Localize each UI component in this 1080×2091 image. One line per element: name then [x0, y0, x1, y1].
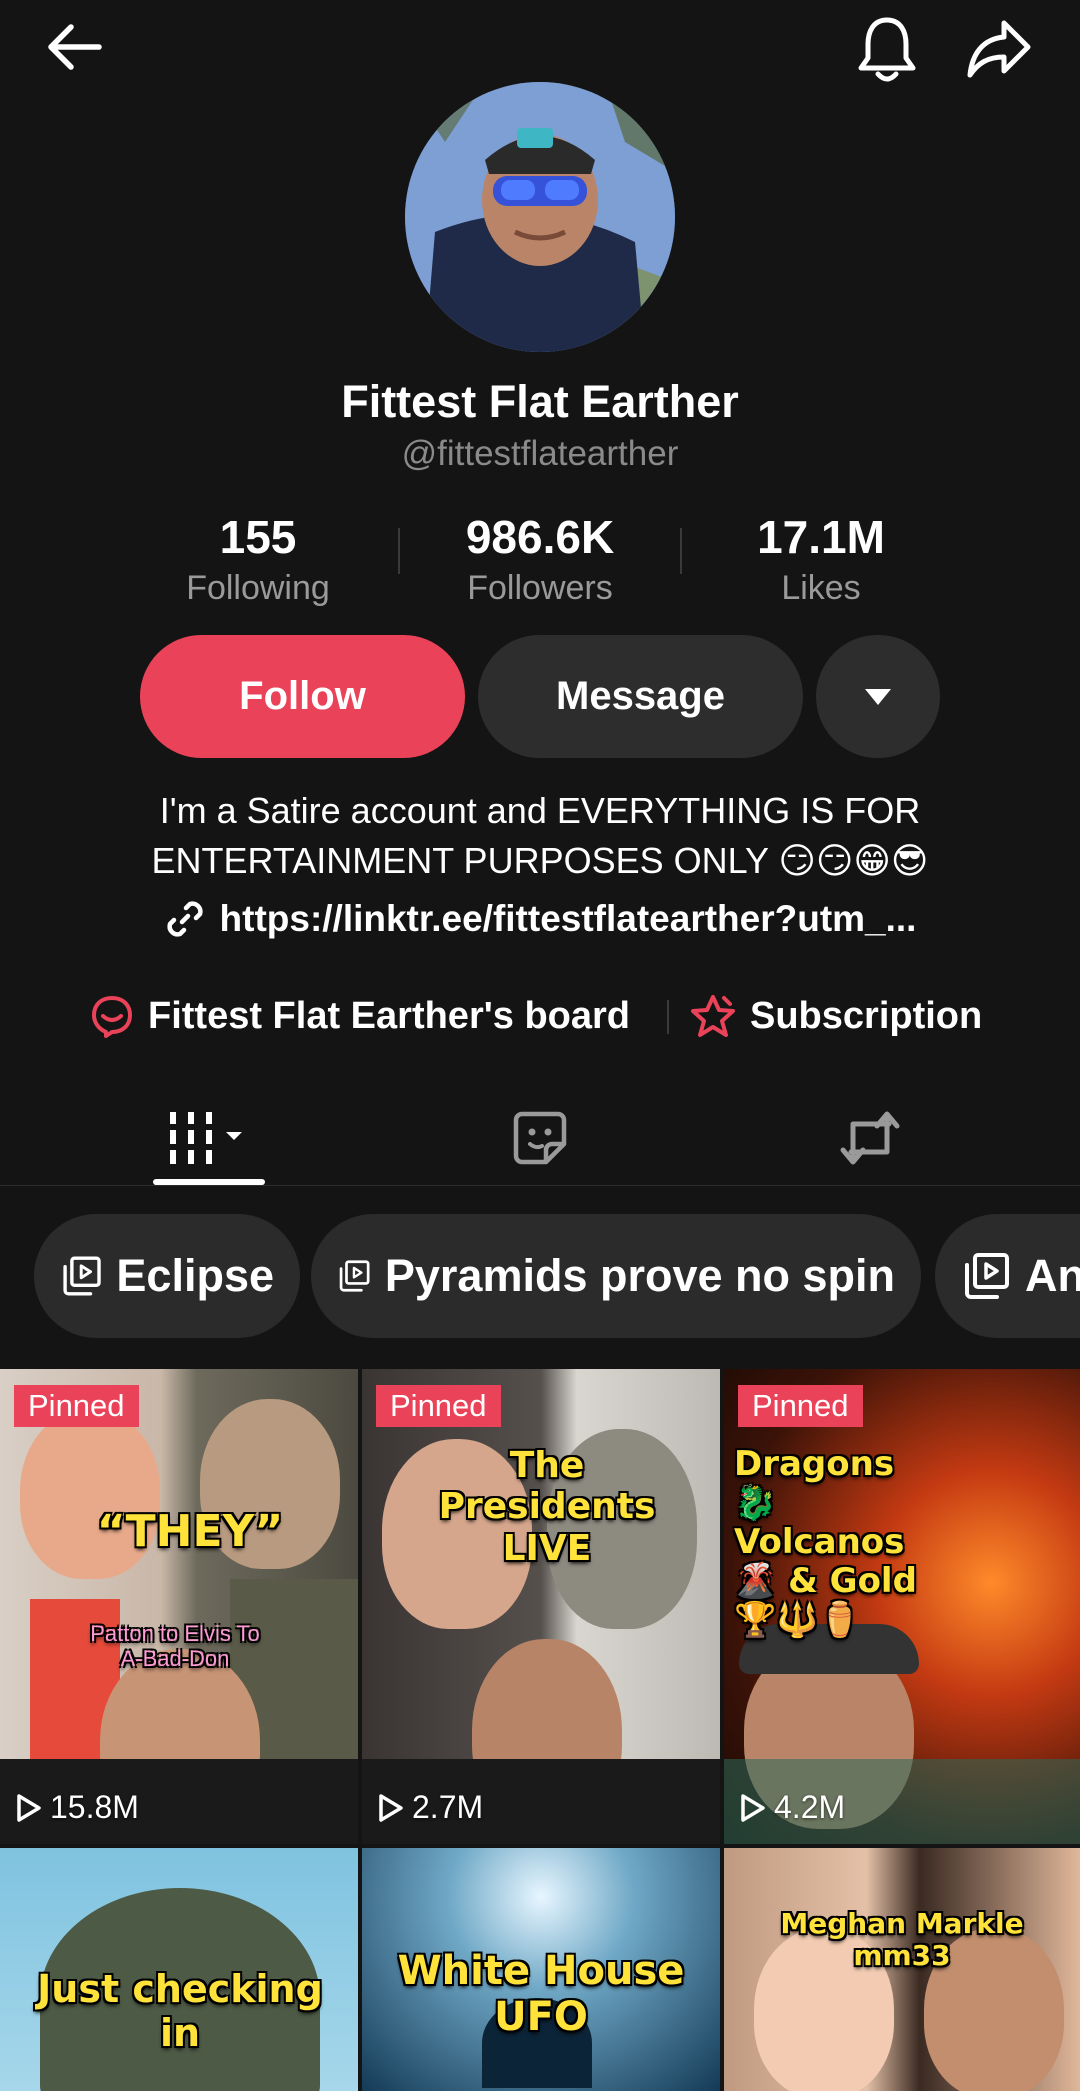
playlist-icon	[339, 1260, 370, 1292]
playlist-chip-partial[interactable]: An	[935, 1214, 1080, 1338]
play-icon	[741, 1793, 765, 1822]
stat-value: 155	[219, 511, 297, 563]
notifications-button[interactable]	[842, 8, 932, 88]
follow-button[interactable]: Follow	[140, 635, 465, 758]
avatar[interactable]	[405, 82, 675, 352]
playlist-icon	[63, 1256, 101, 1296]
view-count-value: 2.7M	[412, 1789, 484, 1825]
stat-label: Following	[186, 569, 330, 607]
message-button[interactable]: Message	[478, 635, 803, 758]
bio-link[interactable]: https://linktr.ee/fittestflatearther?utm…	[0, 898, 1080, 940]
video-tile[interactable]: White House UFO	[362, 1848, 720, 2091]
video-caption: White House UFO	[397, 1948, 685, 2040]
stat-following[interactable]: 155 Following	[138, 508, 378, 610]
caret-down-icon	[865, 688, 891, 705]
avatar-photo	[405, 82, 675, 352]
stat-value: 17.1M	[757, 511, 885, 563]
share-button[interactable]	[954, 8, 1044, 88]
profile-extras: Fittest Flat Earther's board Subscriptio…	[0, 986, 1080, 1046]
stat-divider	[398, 528, 400, 574]
bio-link-text: https://linktr.ee/fittestflatearther?utm…	[219, 898, 917, 939]
subscription-star-icon	[691, 995, 735, 1037]
video-subcaption: Patton to Elvis To A-Bad-Don	[90, 1621, 260, 1672]
favorites-sticker-icon	[513, 1111, 567, 1165]
subscription-link[interactable]: Subscription	[690, 986, 982, 1046]
stat-likes[interactable]: 17.1M Likes	[701, 508, 941, 610]
stat-followers[interactable]: 986.6K Followers	[420, 508, 660, 610]
reposts-icon	[840, 1111, 900, 1165]
view-count: 2.7M	[378, 1789, 483, 1826]
board-link[interactable]: Fittest Flat Earther's board	[90, 986, 630, 1046]
pinned-badge: Pinned	[14, 1385, 139, 1427]
board-label: Fittest Flat Earther's board	[148, 994, 631, 1037]
view-count-value: 15.8M	[50, 1789, 139, 1825]
video-caption: “THEY”	[96, 1506, 284, 1557]
playlist-icon	[965, 1253, 1009, 1299]
profile-page: Fittest Flat Earther @fittestflatearther…	[0, 0, 1080, 2091]
subscription-label: Subscription	[750, 994, 983, 1037]
video-tile[interactable]: The Presidents LIVE Pinned 2.7M	[362, 1369, 720, 1844]
videos-grid-icon	[170, 1112, 242, 1164]
playlist-chip-eclipse[interactable]: Eclipse	[34, 1214, 300, 1338]
playlist-chip-label: Eclipse	[116, 1250, 274, 1301]
video-tile[interactable]: Dragons🐉 Volcanos🌋 & Gold🏆🔱⚱️ Pinned 4.2…	[724, 1369, 1080, 1844]
share-icon	[967, 20, 1031, 78]
tab-favorites[interactable]	[440, 1090, 640, 1186]
back-button[interactable]	[30, 12, 120, 82]
bell-icon	[858, 17, 916, 82]
back-arrow-icon	[48, 24, 102, 70]
stat-label: Likes	[781, 569, 861, 607]
extras-divider	[667, 1000, 669, 1034]
video-caption: Dragons🐉 Volcanos🌋 & Gold🏆🔱⚱️	[734, 1444, 917, 1641]
video-tile[interactable]: “THEY” Patton to Elvis To A-Bad-Don Pinn…	[0, 1369, 358, 1844]
video-grid: “THEY” Patton to Elvis To A-Bad-Don Pinn…	[0, 1369, 1080, 2091]
video-caption: Just checking in	[37, 1967, 323, 2055]
profile-tabs	[0, 1090, 1080, 1186]
link-icon	[166, 901, 203, 937]
video-caption: The Presidents LIVE	[438, 1445, 656, 1569]
play-icon	[379, 1793, 403, 1822]
pinned-badge: Pinned	[376, 1385, 501, 1427]
more-options-button[interactable]	[816, 635, 940, 758]
view-count: 15.8M	[16, 1789, 139, 1826]
profile-stats: 155 Following 986.6K Followers 17.1M Lik…	[0, 508, 1080, 618]
bio-text: I'm a Satire account and EVERYTHING IS F…	[151, 790, 929, 881]
stat-divider	[680, 528, 682, 574]
playlist-chip-label: An	[1025, 1250, 1080, 1301]
stat-value: 986.6K	[465, 511, 615, 563]
play-icon	[17, 1793, 41, 1822]
view-count: 4.2M	[740, 1789, 845, 1826]
pinned-badge: Pinned	[738, 1385, 863, 1427]
playlist-chip-pyramids[interactable]: Pyramids prove no spin	[311, 1214, 921, 1338]
playlist-chip-label: Pyramids prove no spin	[384, 1250, 895, 1301]
tab-reposts[interactable]	[770, 1090, 970, 1186]
board-icon	[92, 996, 132, 1038]
stat-label: Followers	[467, 569, 613, 607]
profile-handle: @fittestflatearther	[401, 434, 679, 473]
view-count-value: 4.2M	[774, 1789, 846, 1825]
playlist-chips: Eclipse Pyramids prove no spin An	[0, 1214, 1080, 1340]
video-caption: Meghan Markle mm33	[780, 1907, 1024, 1973]
tab-videos[interactable]	[110, 1090, 310, 1186]
video-tile[interactable]: Just checking in	[0, 1848, 358, 2091]
video-tile[interactable]: Meghan Markle mm33	[724, 1848, 1080, 2091]
profile-display-name: Fittest Flat Earther	[341, 376, 739, 427]
active-tab-indicator	[153, 1179, 265, 1185]
